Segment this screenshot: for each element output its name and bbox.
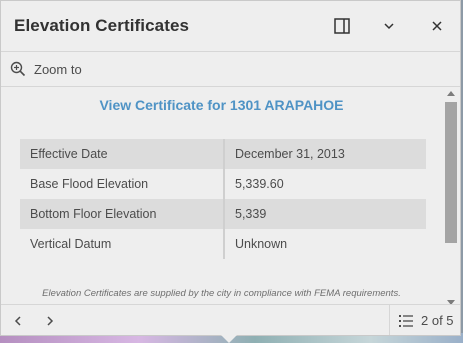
page-counter: 2 of 5 (421, 313, 454, 328)
close-button[interactable] (426, 15, 448, 37)
field-label: Vertical Datum (20, 229, 225, 259)
zoom-to-button[interactable]: Zoom to (10, 60, 82, 78)
footnote: Elevation Certificates are supplied by t… (42, 288, 401, 299)
popup-header: Elevation Certificates (1, 1, 460, 51)
field-value: Unknown (235, 237, 288, 251)
action-bar: Zoom to (1, 51, 460, 87)
chevron-down-icon (384, 23, 394, 30)
table-row: Vertical Datum Unknown (20, 229, 426, 259)
table-row: Bottom Floor Elevation 5,339 (20, 199, 426, 229)
field-label: Effective Date (20, 139, 225, 169)
attribute-table: Effective Date December 31, 2013 Base Fl… (20, 139, 426, 259)
scroll-thumb[interactable] (445, 102, 457, 243)
popup-title: Elevation Certificates (14, 16, 190, 35)
popup-pointer (221, 335, 237, 343)
popup-footer: 2 of 5 (1, 304, 460, 335)
dock-button[interactable] (331, 15, 353, 37)
table-row: Effective Date December 31, 2013 (20, 139, 426, 169)
chevron-right-icon (47, 316, 54, 326)
popup-content: View Certificate for 1301 ARAPAHOE Effec… (1, 86, 442, 306)
field-value: 5,339 (224, 199, 426, 229)
field-value: 5,339.60 (235, 177, 284, 191)
zoom-to-label: Zoom to (34, 61, 82, 77)
feature-menu-button[interactable]: 2 of 5 (389, 305, 460, 335)
collapse-button[interactable] (378, 15, 400, 37)
close-icon (432, 21, 442, 31)
scrollbar[interactable] (444, 87, 458, 307)
table-row: Base Flood Elevation 5,339.60 (20, 169, 426, 199)
view-certificate-link[interactable]: View Certificate for 1301 ARAPAHOE (1, 97, 442, 113)
field-label: Base Flood Elevation (20, 169, 225, 199)
chevron-left-icon (14, 316, 21, 326)
dock-icon (334, 18, 350, 34)
field-label: Bottom Floor Elevation (20, 199, 225, 229)
scroll-up-arrow[interactable] (447, 91, 455, 96)
next-feature-button[interactable] (42, 313, 58, 329)
list-icon (399, 315, 413, 327)
zoom-in-icon (10, 61, 26, 77)
popup-panel: Elevation Certificates Zoom to View Cert… (0, 0, 461, 336)
previous-feature-button[interactable] (10, 313, 26, 329)
field-value: December 31, 2013 (224, 139, 426, 169)
